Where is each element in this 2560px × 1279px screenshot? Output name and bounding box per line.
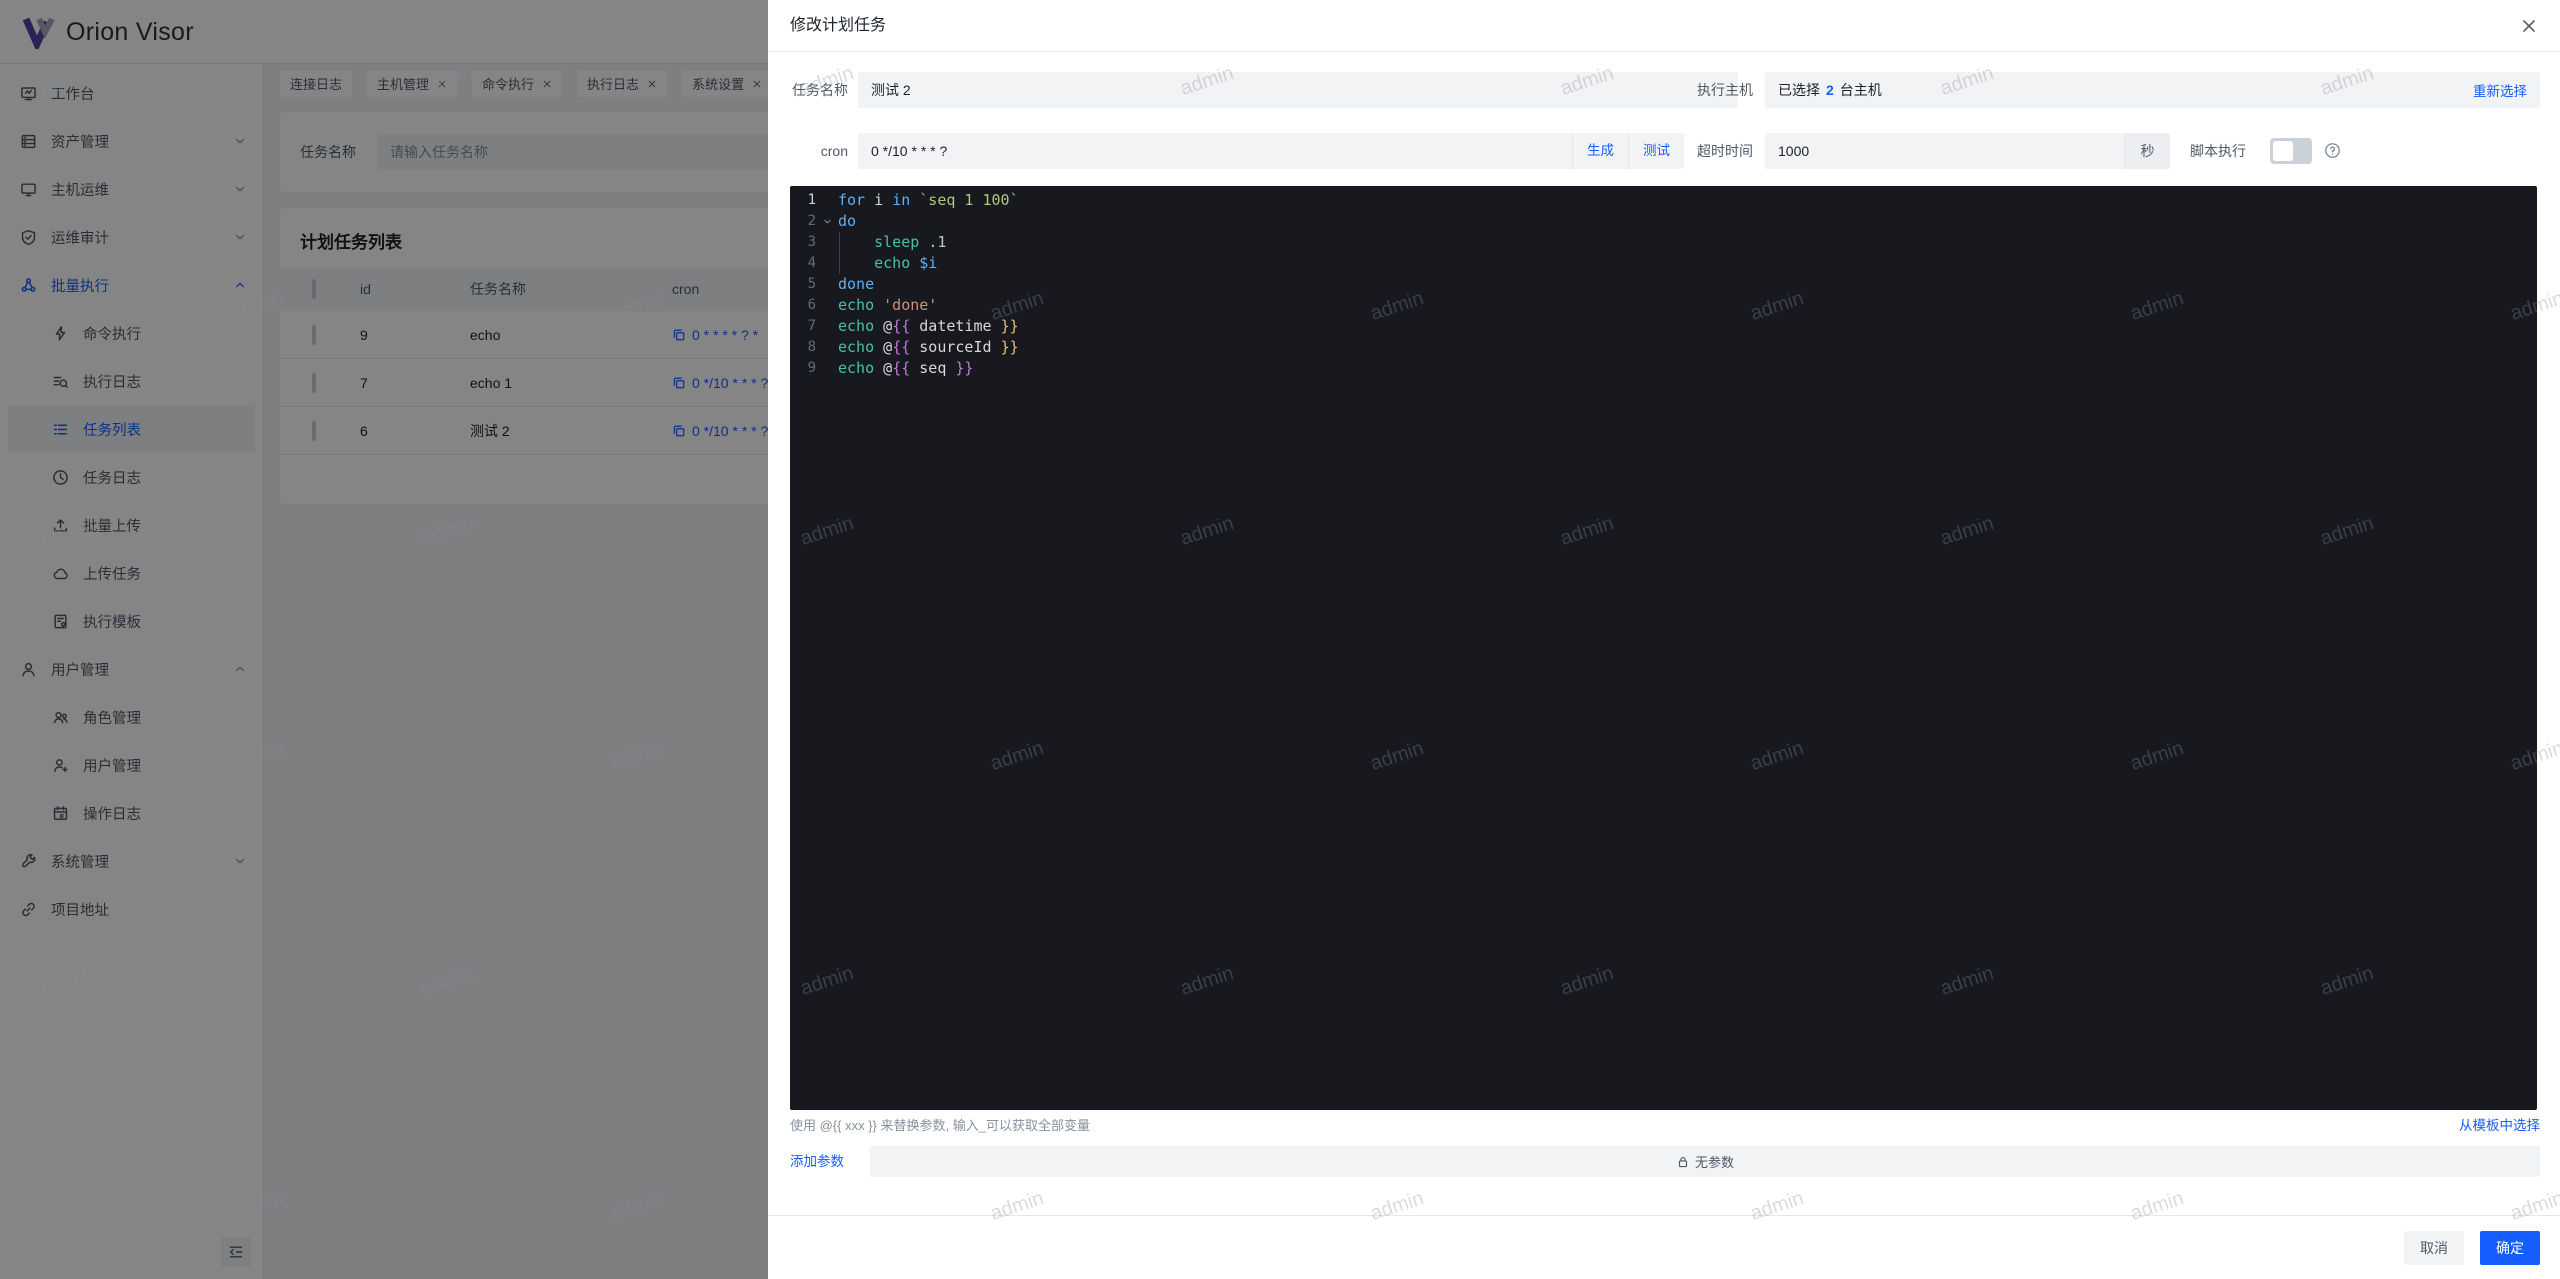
code-text: for i in `seq 1 100` — [838, 190, 1019, 211]
script-exec-toggle[interactable] — [2270, 138, 2312, 164]
editor-line: 9 echo @{{ seq }} — [790, 358, 2537, 379]
host-reselect-link[interactable]: 重新选择 — [2473, 80, 2527, 100]
gutter-spacer — [816, 253, 838, 274]
exec-host-field[interactable]: 已选择 2 台主机 重新选择 — [1765, 72, 2540, 108]
code-text: echo @{{ sourceId }} — [838, 337, 1019, 358]
editor-line: 8 echo @{{ sourceId }} — [790, 337, 2537, 358]
task-name-field — [858, 72, 1738, 108]
drawer-header: 修改计划任务 — [768, 0, 2560, 52]
host-selected-count: 2 — [1826, 82, 1834, 98]
gutter-spacer — [816, 358, 838, 379]
question-circle-icon[interactable] — [2324, 142, 2341, 159]
cron-input[interactable] — [858, 133, 1572, 169]
line-number: 1 — [790, 190, 816, 211]
toggle-knob — [2273, 141, 2293, 161]
editor-line: 1 for i in `seq 1 100` — [790, 190, 2537, 211]
parameter-empty-field: 无参数 — [870, 1146, 2540, 1177]
gutter-spacer — [816, 274, 838, 295]
code-text: do — [838, 211, 856, 232]
indent-guide — [839, 232, 840, 274]
choose-from-template-link[interactable]: 从模板中选择 — [2459, 1114, 2540, 1134]
line-number: 2 — [790, 211, 816, 232]
gutter-spacer — [816, 190, 838, 211]
lock-icon — [1676, 1155, 1690, 1169]
timeout-label: 超时时间 — [1693, 133, 1753, 169]
cron-field: 生成 测试 — [858, 133, 1684, 169]
cron-generate-button[interactable]: 生成 — [1572, 133, 1628, 169]
task-name-input[interactable] — [858, 72, 1738, 108]
line-number: 9 — [790, 358, 816, 379]
line-number: 3 — [790, 232, 816, 253]
gutter-spacer — [816, 232, 838, 253]
line-number: 8 — [790, 337, 816, 358]
gutter-spacer — [816, 295, 838, 316]
editor-line: 2 do — [790, 211, 2537, 232]
code-text: echo @{{ seq }} — [838, 358, 973, 379]
gutter-spacer — [816, 316, 838, 337]
fold-chevron-icon[interactable] — [816, 211, 838, 232]
task-name-label: 任务名称 — [788, 72, 848, 108]
add-parameter-button[interactable]: 添加参数 — [790, 1146, 844, 1177]
editor-line: 5 done — [790, 274, 2537, 295]
timeout-field: 秒 — [1765, 133, 2170, 169]
code-text: echo 'done' — [838, 295, 937, 316]
code-text: echo @{{ datetime }} — [838, 316, 1019, 337]
no-parameter-text: 无参数 — [1695, 1152, 1734, 1171]
app-root: Orion Visor 工作台资产管理主机运维运维审计批量执行命令执行执行日志任… — [0, 0, 2560, 1279]
script-code-editor[interactable]: 1for i in `seq 1 100`2do3 sleep .14 echo… — [790, 186, 2537, 1110]
cron-test-button[interactable]: 测试 — [1628, 133, 1684, 169]
drawer-title: 修改计划任务 — [790, 0, 886, 52]
line-number: 5 — [790, 274, 816, 295]
edit-task-drawer: 修改计划任务 任务名称 执行主机 已选择 2 台主机 重新选择 cron 生成 … — [768, 0, 2560, 1279]
code-text: sleep .1 — [838, 232, 946, 253]
editor-line: 3 sleep .1 — [790, 232, 2537, 253]
host-selected-prefix: 已选择 — [1778, 80, 1820, 100]
drawer-footer: 取消 确定 — [768, 1215, 2560, 1279]
editor-line: 7 echo @{{ datetime }} — [790, 316, 2537, 337]
editor-hint-row: 使用 @{{ xxx }} 来替换参数, 输入_可以获取全部变量 从模板中选择 — [790, 1114, 2540, 1134]
line-number: 4 — [790, 253, 816, 274]
cron-label: cron — [788, 133, 848, 169]
exec-host-label: 执行主机 — [1693, 72, 1753, 108]
timeout-input[interactable] — [1765, 133, 2124, 169]
editor-line: 4 echo $i — [790, 253, 2537, 274]
editor-line: 6 echo 'done' — [790, 295, 2537, 316]
gutter-spacer — [816, 337, 838, 358]
line-number: 7 — [790, 316, 816, 337]
line-number: 6 — [790, 295, 816, 316]
script-exec-label: 脚本执行 — [2188, 133, 2246, 169]
parameter-row: 添加参数 无参数 — [768, 1146, 2560, 1177]
code-text: echo $i — [838, 253, 937, 274]
host-selected-suffix: 台主机 — [1840, 80, 1882, 100]
param-hint-text: 使用 @{{ xxx }} 来替换参数, 输入_可以获取全部变量 — [790, 1115, 1090, 1134]
confirm-button[interactable]: 确定 — [2480, 1231, 2540, 1265]
close-icon[interactable] — [2520, 17, 2538, 35]
timeout-unit: 秒 — [2124, 133, 2170, 169]
code-text: done — [838, 274, 874, 295]
cancel-button[interactable]: 取消 — [2404, 1231, 2464, 1265]
